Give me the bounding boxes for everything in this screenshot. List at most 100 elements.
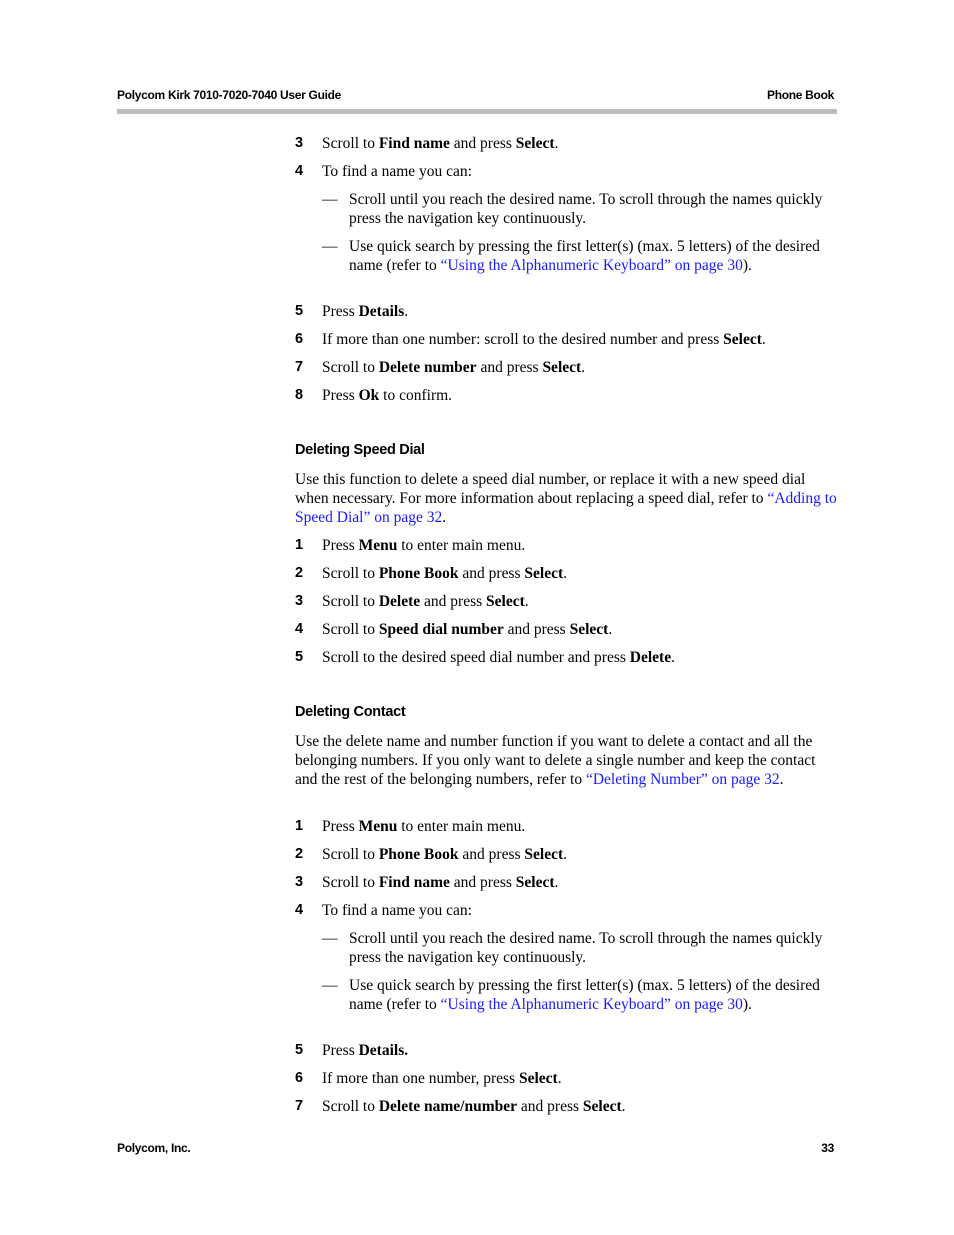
step-text: to enter main menu.	[397, 818, 526, 835]
step-number: 4	[295, 902, 304, 918]
step-bold: Select	[542, 359, 582, 376]
step-text: To find a name you can:	[322, 163, 472, 180]
step-text: .	[404, 303, 409, 320]
step-bold: Select	[515, 874, 555, 891]
dash-bullet: —	[322, 930, 338, 947]
step-text: and press	[503, 621, 570, 638]
step-text: .	[524, 593, 529, 610]
step-text: .	[581, 359, 586, 376]
step-bold: Delete	[378, 593, 421, 610]
step-bold: Find name	[378, 135, 450, 152]
step-text: .	[621, 1098, 626, 1115]
step-bold: Select	[524, 565, 564, 582]
step-text: Scroll to	[322, 874, 379, 891]
bullet-text: ).	[742, 996, 752, 1013]
step-text: Press	[322, 537, 359, 554]
step-number: 2	[295, 565, 304, 581]
step-text: Scroll to	[322, 359, 379, 376]
contact-intro-paragraph: Use the delete name and number function …	[295, 732, 840, 789]
link-deleting-number[interactable]: “Deleting Number” on page 32	[586, 771, 780, 788]
step-text: .	[554, 135, 559, 152]
step-bold: Delete name/number	[378, 1098, 518, 1115]
step-text: and press	[458, 565, 525, 582]
step-number: 2	[295, 846, 304, 862]
header-rule	[117, 109, 837, 114]
step-bold: Delete number	[378, 359, 477, 376]
step-text: to confirm.	[379, 387, 453, 404]
step-number: 4	[295, 163, 304, 179]
step-number: 1	[295, 818, 304, 834]
footer-company: Polycom, Inc.	[117, 1141, 191, 1155]
step-bold: Select	[486, 593, 525, 610]
step-text: Press	[322, 818, 359, 835]
step-text: .	[554, 874, 559, 891]
section-name: Phone Book	[766, 88, 834, 102]
dash-bullet: —	[322, 977, 338, 994]
step-bold: Find name	[378, 874, 450, 891]
paragraph-text: Use this function to delete a speed dial…	[295, 471, 806, 507]
step-text: If more than one number: scroll to the d…	[322, 331, 724, 348]
step-number: 6	[295, 331, 304, 347]
bullet-text: Scroll until you reach the desired name.…	[349, 930, 823, 966]
document-title: Polycom Kirk 7010-7020-7040 User Guide	[117, 88, 342, 102]
step-text: Scroll to	[322, 846, 379, 863]
step-number: 3	[295, 593, 304, 609]
step-text: .	[608, 621, 613, 638]
step-text: Scroll to	[322, 135, 379, 152]
link-alphanumeric-keyboard[interactable]: “Using the Alphanumeric Keyboard” on pag…	[441, 257, 743, 274]
step-number: 5	[295, 303, 304, 319]
step-text: Press	[322, 1042, 359, 1059]
step-text: If more than one number, press	[322, 1070, 519, 1087]
step-bold: Select	[723, 331, 762, 348]
step-bold: Details.	[358, 1042, 409, 1059]
step-text: Scroll to the desired speed dial number …	[322, 649, 630, 666]
step-bold: Menu	[358, 818, 398, 835]
step-number: 4	[295, 621, 304, 637]
bullet-text: Scroll until you reach the desired name.…	[349, 191, 823, 227]
step-number: 3	[295, 135, 304, 151]
step-text: Scroll to	[322, 1098, 379, 1115]
step-text: Press	[322, 387, 359, 404]
dash-bullet: —	[322, 191, 338, 208]
step-text: .	[557, 1070, 562, 1087]
step-bold: Phone Book	[378, 846, 459, 863]
step-bold: Select	[524, 846, 564, 863]
step-text: Scroll to	[322, 565, 379, 582]
step-text: and press	[476, 359, 543, 376]
section-heading-contact: Deleting Contact	[295, 704, 406, 720]
step-bold: Delete	[629, 649, 672, 666]
step-bold: Speed dial number	[378, 621, 504, 638]
link-alphanumeric-keyboard[interactable]: “Using the Alphanumeric Keyboard” on pag…	[441, 996, 743, 1013]
step-bold: Select	[518, 1070, 558, 1087]
step-text: and press	[458, 846, 525, 863]
step-bold: Details	[358, 303, 405, 320]
paragraph-text: .	[442, 509, 447, 526]
step-number: 5	[295, 1042, 304, 1058]
step-text: and press	[420, 593, 487, 610]
step-bold: Ok	[358, 387, 380, 404]
step-number: 7	[295, 1098, 304, 1114]
page-number: 33	[821, 1141, 834, 1155]
step-text: Scroll to	[322, 621, 379, 638]
step-number: 3	[295, 874, 304, 890]
step-text: .	[563, 846, 568, 863]
step-text: .	[671, 649, 675, 666]
step-text: Press	[322, 303, 359, 320]
step-bold: Select	[582, 1098, 622, 1115]
step-number: 7	[295, 359, 304, 375]
speed-dial-intro-paragraph: Use this function to delete a speed dial…	[295, 470, 840, 527]
bullet-text: ).	[742, 257, 752, 274]
step-number: 6	[295, 1070, 304, 1086]
step-bold: Select	[569, 621, 609, 638]
step-number: 1	[295, 537, 304, 553]
section-heading-speed-dial: Deleting Speed Dial	[295, 442, 425, 458]
paragraph-text: .	[779, 771, 784, 788]
step-number: 8	[295, 387, 304, 403]
step-text: and press	[449, 135, 516, 152]
step-text: .	[761, 331, 766, 348]
step-number: 5	[295, 649, 304, 665]
step-text: To find a name you can:	[322, 902, 472, 919]
step-bold: Menu	[358, 537, 398, 554]
step-text: and press	[449, 874, 516, 891]
step-text: .	[563, 565, 568, 582]
